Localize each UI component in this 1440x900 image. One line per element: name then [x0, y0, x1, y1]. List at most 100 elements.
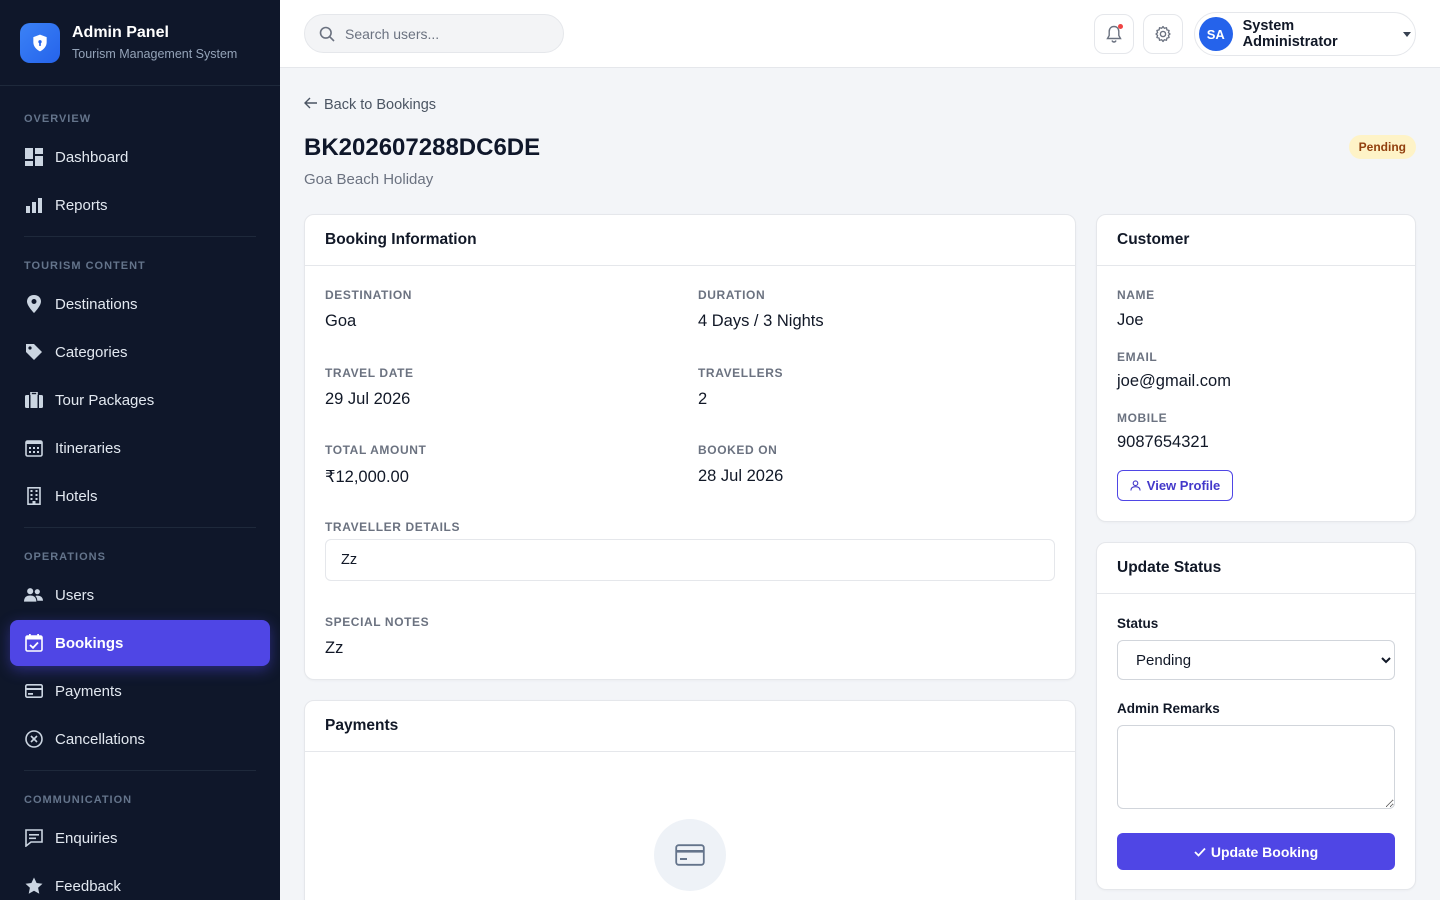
nav-section-label: COMMUNICATION [24, 794, 133, 806]
search-input[interactable] [345, 25, 545, 42]
status-badge: Pending [1348, 135, 1416, 159]
arrow-left-icon [304, 96, 318, 113]
calendar-grid-icon [24, 439, 43, 458]
sidebar-item-label: Categories [55, 343, 128, 361]
calendar-check-icon [24, 634, 43, 653]
view-profile-button[interactable]: View Profile [1117, 470, 1233, 501]
search-icon [319, 26, 335, 42]
gear-icon [1154, 25, 1172, 43]
sidebar-item-bookings[interactable]: Bookings [10, 620, 270, 666]
field-value: ₹12,000.00 [325, 468, 409, 486]
field-label: Mobile [1117, 411, 1168, 425]
avatar: SA [1199, 17, 1233, 51]
sidebar-item-cancellations[interactable]: Cancellations [10, 716, 270, 762]
main-content: Back to Bookings BK202607288DC6DE Goa Be… [280, 68, 1440, 900]
sidebar-item-label: Hotels [55, 487, 98, 505]
field-label: Special Notes [325, 615, 430, 629]
search-bar[interactable] [304, 14, 564, 53]
dashboard-icon [24, 148, 43, 167]
total-amount-field: Total Amount ₹12,000.00 [325, 443, 426, 487]
notification-dot [1118, 24, 1123, 29]
sidebar-item-label: Tour Packages [55, 391, 155, 409]
sidebar-item-label: Destinations [55, 295, 138, 313]
sidebar-item-hotels[interactable]: Hotels [10, 473, 270, 519]
sidebar-item-label: Dashboard [55, 148, 129, 166]
payments-card: Payments [304, 700, 1076, 900]
travel-date-field: Travel Date 29 Jul 2026 [325, 366, 414, 409]
map-pin-icon [24, 295, 43, 314]
brand-subtitle: Tourism Management System [72, 47, 238, 61]
nav-section-label: OVERVIEW [24, 113, 92, 125]
field-label: Email [1117, 350, 1158, 364]
card-title: Customer [1097, 215, 1415, 266]
traveller-details-field: Traveller Details [325, 520, 460, 534]
chevron-down-icon [1403, 31, 1411, 37]
user-menu[interactable]: SA System Administrator [1194, 12, 1416, 56]
nav-section-label: TOURISM CONTENT [24, 260, 146, 272]
back-link-label: Back to Bookings [324, 96, 437, 113]
settings-button[interactable] [1143, 14, 1183, 54]
user-icon [1130, 480, 1141, 491]
sidebar-item-categories[interactable]: Categories [10, 329, 270, 375]
sidebar-item-reports[interactable]: Reports [10, 182, 270, 228]
tag-icon [24, 343, 43, 362]
building-icon [24, 487, 43, 506]
field-value: Zz [325, 639, 344, 657]
field-value: 2 [698, 390, 708, 408]
field-label: Traveller Details [325, 520, 461, 534]
check-icon [1194, 847, 1206, 857]
users-icon [24, 586, 43, 605]
shield-logo-icon [20, 22, 60, 63]
sidebar-item-payments[interactable]: Payments [10, 668, 270, 714]
sidebar-item-label: Reports [55, 196, 108, 214]
notifications-button[interactable] [1094, 14, 1134, 54]
nav-divider [24, 236, 256, 237]
nav-divider [24, 770, 256, 771]
page-title: BK202607288DC6DE [304, 134, 541, 161]
booked-on-field: Booked On 28 Jul 2026 [698, 443, 783, 486]
traveller-details-box: Zz [325, 539, 1055, 581]
nav-section-tourism: TOURISM CONTENT Destinations Categories … [0, 259, 280, 519]
admin-remarks-textarea[interactable] [1117, 725, 1395, 809]
payment-icon [24, 682, 43, 701]
booking-information-card: Booking Information Destination Goa Dura… [304, 214, 1076, 680]
field-value: 28 Jul 2026 [698, 467, 784, 485]
customer-name-field: Name Joe [1117, 288, 1155, 330]
nav-section-overview: OVERVIEW Dashboard Reports [0, 112, 280, 228]
card-title: Update Status [1097, 543, 1415, 594]
customer-card: Customer Name Joe Email joe@gmail.com Mo… [1096, 214, 1416, 522]
sidebar-item-enquiries[interactable]: Enquiries [10, 815, 270, 861]
sidebar-item-tour-packages[interactable]: Tour Packages [10, 377, 270, 423]
update-booking-button[interactable]: Update Booking [1117, 833, 1395, 870]
status-select[interactable]: Pending [1117, 640, 1395, 680]
nav-divider [24, 527, 256, 528]
field-value: Joe [1117, 311, 1144, 329]
x-circle-icon [24, 730, 43, 749]
sidebar-item-dashboard[interactable]: Dashboard [10, 134, 270, 180]
view-profile-label: View Profile [1146, 478, 1221, 493]
admin-remarks-label: Admin Remarks [1117, 701, 1220, 716]
customer-email-field: Email joe@gmail.com [1117, 350, 1231, 391]
field-value: 9087654321 [1117, 433, 1209, 451]
brand: Admin Panel Tourism Management System [0, 0, 280, 86]
sidebar-item-label: Users [55, 586, 95, 604]
back-to-bookings-link[interactable]: Back to Bookings [304, 96, 436, 113]
field-label: Duration [698, 288, 766, 302]
field-label: Travel Date [325, 366, 414, 380]
nav-section-operations: OPERATIONS Users Bookings Payments Cance… [0, 550, 280, 762]
sidebar-item-label: Itineraries [55, 439, 121, 457]
brand-title: Admin Panel [72, 24, 169, 41]
sidebar-item-label: Enquiries [55, 829, 118, 847]
nav-section-communication: COMMUNICATION Enquiries Feedback [0, 793, 280, 900]
star-icon [24, 877, 43, 896]
message-icon [24, 829, 43, 848]
sidebar-item-feedback[interactable]: Feedback [10, 863, 270, 900]
sidebar-item-users[interactable]: Users [10, 572, 270, 618]
sidebar-item-destinations[interactable]: Destinations [10, 281, 270, 327]
bar-chart-icon [24, 196, 43, 215]
sidebar-item-itineraries[interactable]: Itineraries [10, 425, 270, 471]
field-value: 29 Jul 2026 [325, 390, 411, 408]
travellers-field: Travellers 2 [698, 366, 783, 409]
field-label: Name [1117, 288, 1155, 302]
field-value: joe@gmail.com [1117, 372, 1231, 390]
